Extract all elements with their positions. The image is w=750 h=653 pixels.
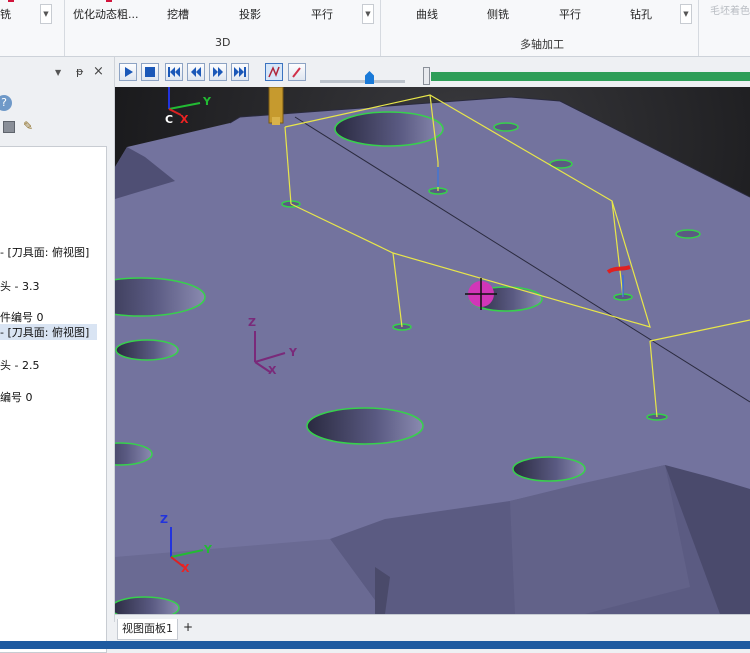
axis-y-label: Y [203, 95, 211, 108]
ribbon-item-parallel-2[interactable]: 平行 [559, 6, 581, 22]
ribbon-item-parallel[interactable]: 平行 [311, 6, 333, 22]
axis-c-label: C [165, 113, 174, 126]
ribbon-item-cut[interactable]: 铣 [0, 6, 11, 22]
play-icon [125, 67, 133, 77]
axis-x-label: X [180, 113, 189, 126]
ribbon-gallery-dropdown[interactable]: ▼ [40, 4, 52, 24]
ribbon-separator [380, 0, 381, 56]
ribbon-gallery-dropdown[interactable]: ▼ [362, 4, 374, 24]
help-icon[interactable]: ? [0, 95, 12, 111]
ribbon-item-side[interactable]: 侧铣 [487, 6, 509, 22]
tree-item-selected[interactable]: - [刀具面: 俯视图] [0, 324, 97, 340]
ribbon-gallery-dropdown[interactable]: ▼ [680, 4, 692, 24]
tree-item[interactable]: 编号 0 [0, 389, 33, 405]
skip-end-icon [234, 67, 246, 77]
part-model [115, 87, 750, 614]
ribbon-item-project[interactable]: 投影 [239, 6, 261, 22]
ribbon-item-optimized-rough[interactable]: 优化动态粗... [73, 6, 139, 22]
show-toolpath-button[interactable] [265, 63, 283, 81]
skip-end-button[interactable] [231, 63, 249, 81]
speed-slider-track[interactable] [320, 80, 405, 83]
show-tool-button[interactable] [288, 63, 306, 81]
origin-y-label: Y [204, 543, 212, 556]
ribbon-separator [698, 0, 699, 56]
edit-icon[interactable]: ✎ [23, 119, 33, 133]
ribbon-item-pocket[interactable]: 挖槽 [167, 6, 189, 22]
ribbon-item-drill[interactable]: 钻孔 [630, 6, 652, 22]
tree-item[interactable]: 头 - 3.3 [0, 278, 39, 294]
wcs-y-label: Y [289, 346, 297, 359]
graphics-viewport[interactable]: Y C X Z Y X Z Y X [115, 87, 750, 614]
step-back-icon [191, 67, 201, 77]
tool-icon [292, 67, 301, 78]
ribbon-separator [64, 0, 65, 56]
add-tab-button[interactable]: + [183, 620, 193, 634]
ribbon: 铣 ▼ 优化动态粗... 挖槽 投影 平行 ▼ 3D 曲线 侧铣 平行 钻孔 ▼… [0, 0, 750, 57]
ribbon-group-multiaxis: 多轴加工 [520, 38, 564, 51]
step-forward-button[interactable] [209, 63, 227, 81]
stop-icon [145, 67, 155, 77]
tree-item[interactable]: - [刀具面: 俯视图] [0, 244, 89, 260]
progress-bar[interactable] [431, 72, 750, 81]
speed-slider-thumb[interactable] [365, 71, 374, 84]
skip-start-icon [168, 67, 180, 77]
tree-item[interactable]: 头 - 2.5 [0, 357, 39, 373]
accent-mark [8, 0, 14, 2]
toolpath-icon [268, 66, 280, 78]
close-icon[interactable]: × [93, 64, 104, 79]
stock-icon[interactable] [3, 121, 15, 133]
viewport-tabs: 视图面板1 + [115, 614, 750, 642]
stop-button[interactable] [141, 63, 159, 81]
skip-start-button[interactable] [165, 63, 183, 81]
simulation-toolbar [115, 57, 750, 88]
tab-viewport-1[interactable]: 视图面板1 [117, 619, 178, 640]
panel-menu-icon[interactable]: ▼ [55, 68, 61, 77]
progress-handle[interactable] [423, 67, 430, 85]
ribbon-item-curve[interactable]: 曲线 [416, 6, 438, 22]
step-forward-icon [213, 67, 223, 77]
step-back-button[interactable] [187, 63, 205, 81]
status-bar [0, 641, 750, 649]
tree-item[interactable]: 件编号 0 [0, 309, 44, 325]
pin-icon[interactable]: ᵽ [76, 65, 83, 78]
origin-x-label: X [181, 562, 190, 575]
play-button[interactable] [119, 63, 137, 81]
operations-tree[interactable]: - [刀具面: 俯视图] 头 - 3.3 件编号 0 - [刀具面: 俯视图] … [0, 146, 107, 653]
ribbon-item-stock-shading[interactable]: 毛坯着色 [710, 2, 750, 17]
ribbon-group-3d: 3D [215, 36, 231, 49]
wcs-z-label: Z [248, 316, 256, 329]
wcs-x-label: X [268, 364, 277, 377]
accent-mark [106, 0, 112, 2]
origin-z-label: Z [160, 513, 168, 526]
toolpath-manager-panel: ▼ ᵽ × ? ✎ - [刀具面: 俯视图] 头 - 3.3 件编号 0 - [… [0, 57, 115, 653]
